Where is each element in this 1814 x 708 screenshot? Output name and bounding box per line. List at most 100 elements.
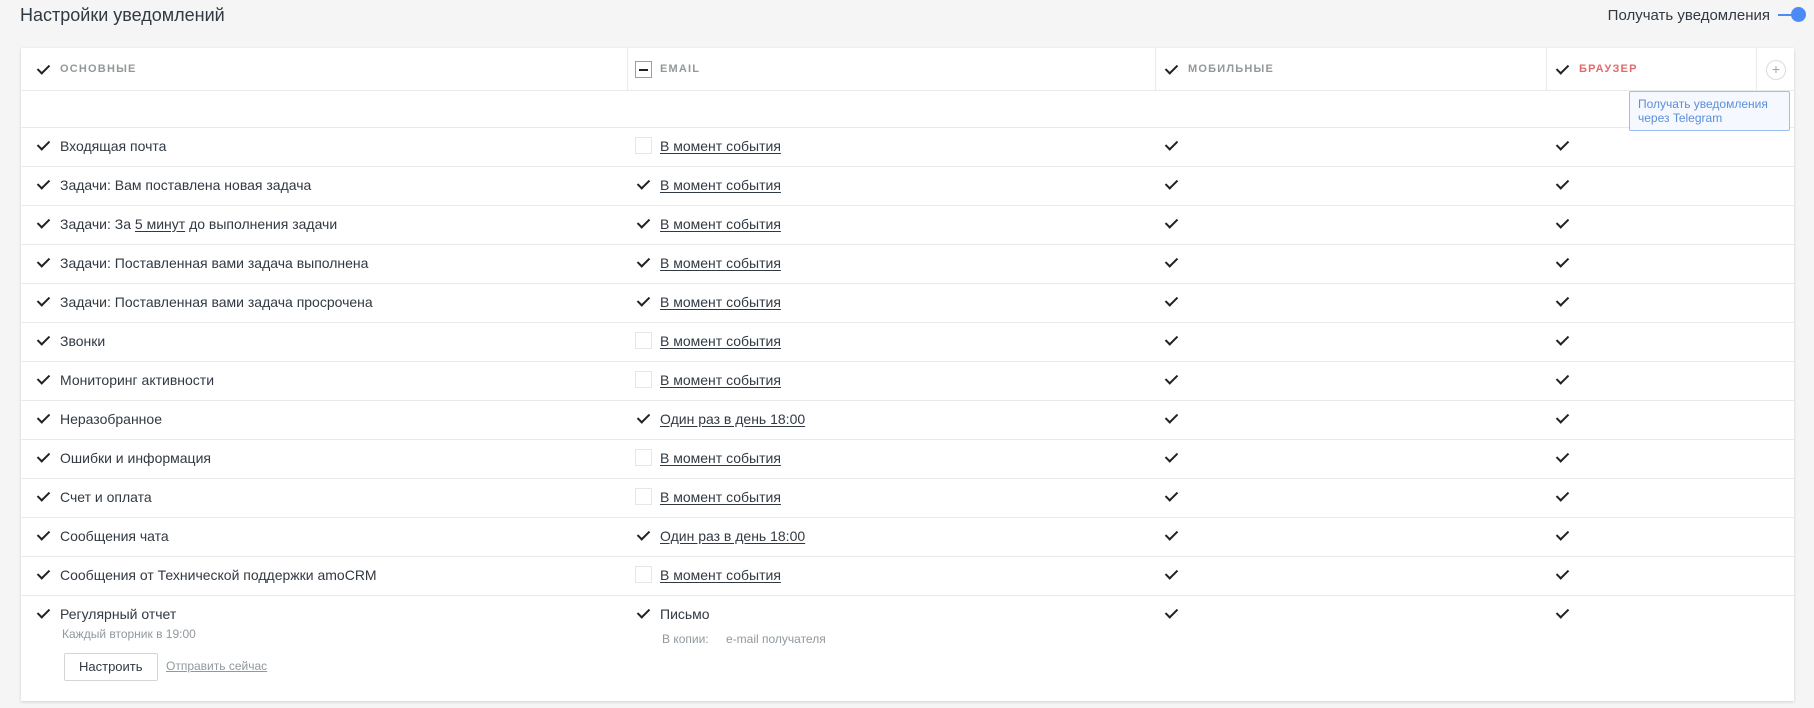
mobile-checkbox[interactable] <box>1163 566 1180 583</box>
email-frequency-link[interactable]: В момент события <box>660 372 781 388</box>
column-mobile-checkbox[interactable] <box>1163 61 1180 78</box>
email-checkbox[interactable] <box>635 176 652 193</box>
row-label: Задачи: Вам поставлена новая задача <box>60 176 312 193</box>
copies-recipient-input[interactable]: e-mail получателя <box>726 632 826 646</box>
basic-checkbox[interactable] <box>35 527 52 544</box>
mobile-cell <box>1163 371 1180 388</box>
basic-cell: Сообщения от Технической поддержки amoCR… <box>35 566 377 583</box>
mobile-checkbox[interactable] <box>1163 176 1180 193</box>
browser-cell <box>1554 410 1571 427</box>
email-checkbox[interactable] <box>635 488 652 505</box>
email-frequency-link[interactable]: Один раз в день 18:00 <box>660 411 805 427</box>
browser-checkbox[interactable] <box>1554 371 1571 388</box>
browser-checkbox[interactable] <box>1554 176 1571 193</box>
email-frequency-link[interactable]: В момент события <box>660 294 781 310</box>
column-email-checkbox[interactable] <box>635 60 652 78</box>
browser-cell <box>1554 488 1571 505</box>
report-mobile-checkbox[interactable] <box>1163 605 1180 622</box>
table-row: Счет и оплата В момент события <box>21 479 1794 518</box>
email-checkbox[interactable] <box>635 371 652 388</box>
browser-checkbox[interactable] <box>1554 332 1571 349</box>
email-frequency-link[interactable]: В момент события <box>660 489 781 505</box>
basic-checkbox[interactable] <box>35 254 52 271</box>
email-checkbox[interactable] <box>635 566 652 583</box>
basic-cell: Задачи: Поставленная вами задача просроч… <box>35 293 373 310</box>
column-divider <box>1756 48 1757 90</box>
mobile-checkbox[interactable] <box>1163 527 1180 544</box>
column-browser-checkbox[interactable] <box>1554 61 1571 78</box>
column-mobile-label: МОБИЛЬНЫЕ <box>1188 63 1275 75</box>
mobile-checkbox[interactable] <box>1163 254 1180 271</box>
browser-checkbox[interactable] <box>1554 527 1571 544</box>
report-copies: В копии: e-mail получателя <box>662 632 826 646</box>
browser-checkbox[interactable] <box>1554 566 1571 583</box>
email-frequency-link[interactable]: В момент события <box>660 138 781 154</box>
email-frequency-link[interactable]: В момент события <box>660 216 781 232</box>
table-row: Задачи: Вам поставлена новая задача В мом… <box>21 167 1794 206</box>
mobile-checkbox[interactable] <box>1163 137 1180 154</box>
basic-cell: Звонки <box>35 332 105 349</box>
browser-checkbox[interactable] <box>1554 254 1571 271</box>
email-frequency-link[interactable]: В момент события <box>660 450 781 466</box>
mobile-checkbox[interactable] <box>1163 332 1180 349</box>
email-cell: В момент события <box>635 488 781 505</box>
email-checkbox[interactable] <box>635 332 652 349</box>
basic-checkbox[interactable] <box>35 449 52 466</box>
basic-checkbox[interactable] <box>35 215 52 232</box>
email-cell: В момент события <box>635 332 781 349</box>
email-frequency-link[interactable]: В момент события <box>660 567 781 583</box>
mobile-checkbox[interactable] <box>1163 293 1180 310</box>
send-now-link[interactable]: Отправить сейчас <box>166 659 267 673</box>
setup-report-button[interactable]: Настроить <box>64 653 158 681</box>
browser-checkbox[interactable] <box>1554 449 1571 466</box>
browser-checkbox[interactable] <box>1554 410 1571 427</box>
email-checkbox[interactable] <box>635 527 652 544</box>
column-basic-checkbox[interactable] <box>35 61 52 78</box>
mobile-cell <box>1163 488 1180 505</box>
basic-cell: Входящая почта <box>35 137 166 154</box>
browser-checkbox[interactable] <box>1554 215 1571 232</box>
browser-checkbox[interactable] <box>1554 137 1571 154</box>
report-basic-checkbox[interactable] <box>35 605 52 622</box>
page-title: Настройки уведомлений <box>20 5 225 25</box>
basic-checkbox[interactable] <box>35 137 52 154</box>
browser-cell <box>1554 566 1571 583</box>
basic-cell: Счет и оплата <box>35 488 152 505</box>
report-browser-checkbox[interactable] <box>1554 605 1571 622</box>
email-checkbox[interactable] <box>635 449 652 466</box>
mobile-checkbox[interactable] <box>1163 449 1180 466</box>
mobile-checkbox[interactable] <box>1163 371 1180 388</box>
mobile-checkbox[interactable] <box>1163 410 1180 427</box>
email-frequency-link[interactable]: Один раз в день 18:00 <box>660 528 805 544</box>
basic-checkbox[interactable] <box>35 371 52 388</box>
mobile-checkbox[interactable] <box>1163 215 1180 232</box>
browser-cell <box>1554 176 1571 193</box>
minutes-link[interactable]: 5 минут <box>135 216 185 232</box>
email-checkbox[interactable] <box>635 293 652 310</box>
email-frequency-link[interactable]: В момент события <box>660 177 781 193</box>
email-checkbox[interactable] <box>635 410 652 427</box>
basic-checkbox[interactable] <box>35 566 52 583</box>
report-mobile-cell <box>1163 605 1180 622</box>
report-email-checkbox[interactable] <box>635 605 652 622</box>
mobile-checkbox[interactable] <box>1163 488 1180 505</box>
email-frequency-link[interactable]: В момент события <box>660 255 781 271</box>
browser-checkbox[interactable] <box>1554 293 1571 310</box>
row-label: Задачи: Поставленная вами задача выполне… <box>60 254 369 271</box>
browser-checkbox[interactable] <box>1554 488 1571 505</box>
email-cell: В момент события <box>635 215 781 232</box>
column-basic-label: ОСНОВНЫЕ <box>60 63 137 75</box>
email-cell: В момент события <box>635 293 781 310</box>
basic-checkbox[interactable] <box>35 293 52 310</box>
column-browser-label: БРАУЗЕР <box>1579 63 1638 75</box>
basic-checkbox[interactable] <box>35 332 52 349</box>
email-checkbox[interactable] <box>635 137 652 154</box>
email-checkbox[interactable] <box>635 254 652 271</box>
basic-checkbox[interactable] <box>35 410 52 427</box>
basic-checkbox[interactable] <box>35 488 52 505</box>
receive-notifications-toggle[interactable] <box>1778 6 1806 24</box>
add-channel-button[interactable]: + <box>1766 60 1786 80</box>
basic-checkbox[interactable] <box>35 176 52 193</box>
email-checkbox[interactable] <box>635 215 652 232</box>
email-frequency-link[interactable]: В момент события <box>660 333 781 349</box>
